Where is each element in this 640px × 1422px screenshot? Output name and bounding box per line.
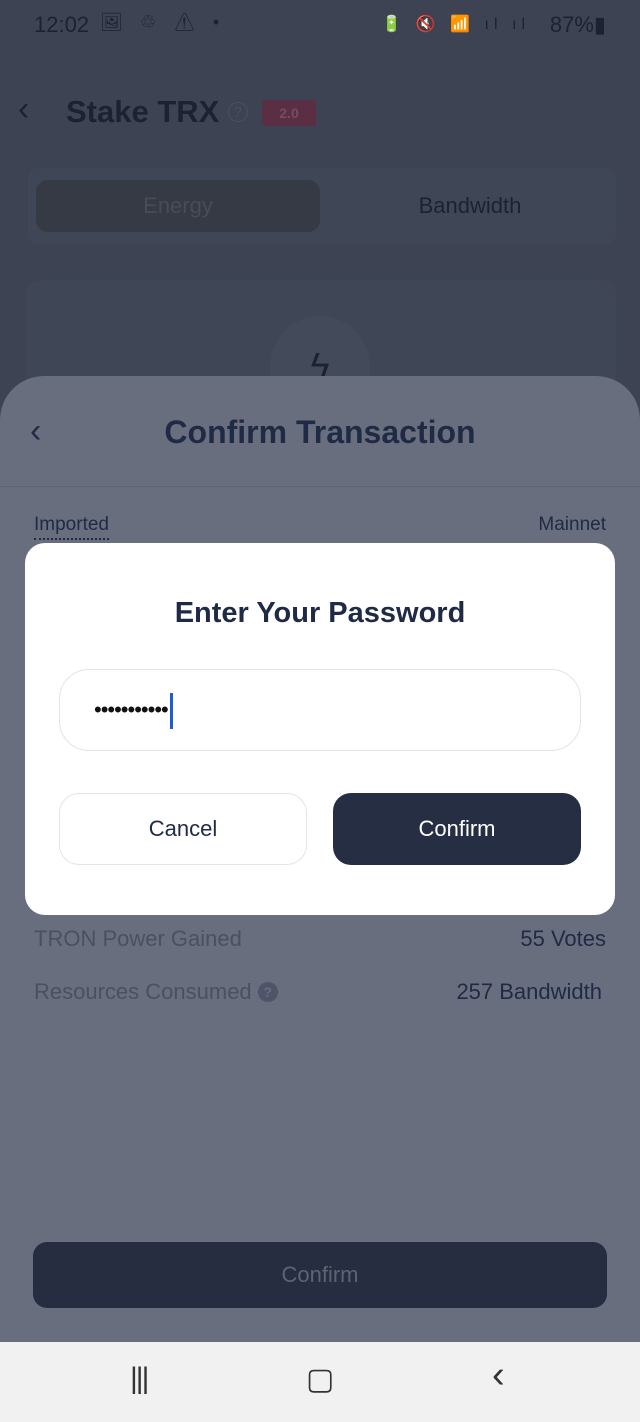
row-value: 257 Bandwidth: [456, 979, 602, 1004]
text-cursor: [169, 693, 173, 730]
battery-level: 87%▮: [549, 12, 606, 37]
dialog-title: Enter Your Password: [174, 597, 466, 629]
status-bar: 12:02 🖼 ♲ ⚠ • 🔋 🔇 📶 ıl ıl 87%▮: [0, 0, 640, 48]
system-icons: 🔋 🔇 📶 ıl ıl: [381, 16, 530, 33]
clock: 12:02: [34, 12, 90, 37]
tab-bandwidth[interactable]: Bandwidth: [328, 180, 612, 232]
detail-row: TRON Power Gained 55 Votes: [34, 926, 606, 952]
help-icon[interactable]: ?: [228, 102, 248, 122]
resource-tabs: Energy Bandwidth: [28, 168, 616, 244]
page-title: Stake TRX: [66, 94, 220, 129]
page-header: ‹ Stake TRX ? 2.0: [0, 90, 640, 140]
password-value: •••••••••••: [94, 697, 169, 722]
help-icon[interactable]: ?: [257, 982, 278, 1002]
divider: [0, 486, 640, 487]
sheet-title: Confirm Transaction: [164, 414, 476, 450]
cancel-button[interactable]: Cancel: [59, 793, 307, 865]
sheet-confirm-button[interactable]: Confirm: [33, 1242, 607, 1308]
account-label[interactable]: Imported: [34, 514, 109, 540]
password-input[interactable]: •••••••••••: [59, 669, 581, 751]
row-value: 55 Votes: [520, 926, 606, 951]
system-nav-bar: ||| ▢ ‹: [0, 1342, 640, 1422]
notification-icons: 🖼 ♲ ⚠ •: [100, 12, 226, 32]
password-dialog: Enter Your Password ••••••••••• Cancel C…: [25, 543, 615, 915]
row-label: TRON Power Gained: [34, 926, 242, 951]
confirm-button[interactable]: Confirm: [333, 793, 581, 865]
network-label: Mainnet: [538, 514, 606, 535]
recents-icon[interactable]: |||: [130, 1362, 149, 1396]
version-badge: 2.0: [262, 100, 316, 126]
detail-row: Resources Consumed? 257 Bandwidth: [34, 979, 606, 1005]
tab-energy[interactable]: Energy: [36, 180, 320, 232]
back-icon[interactable]: ‹: [492, 1354, 505, 1397]
home-icon[interactable]: ▢: [306, 1362, 334, 1397]
back-icon[interactable]: ‹: [18, 90, 29, 129]
row-label: Resources Consumed: [34, 979, 252, 1004]
